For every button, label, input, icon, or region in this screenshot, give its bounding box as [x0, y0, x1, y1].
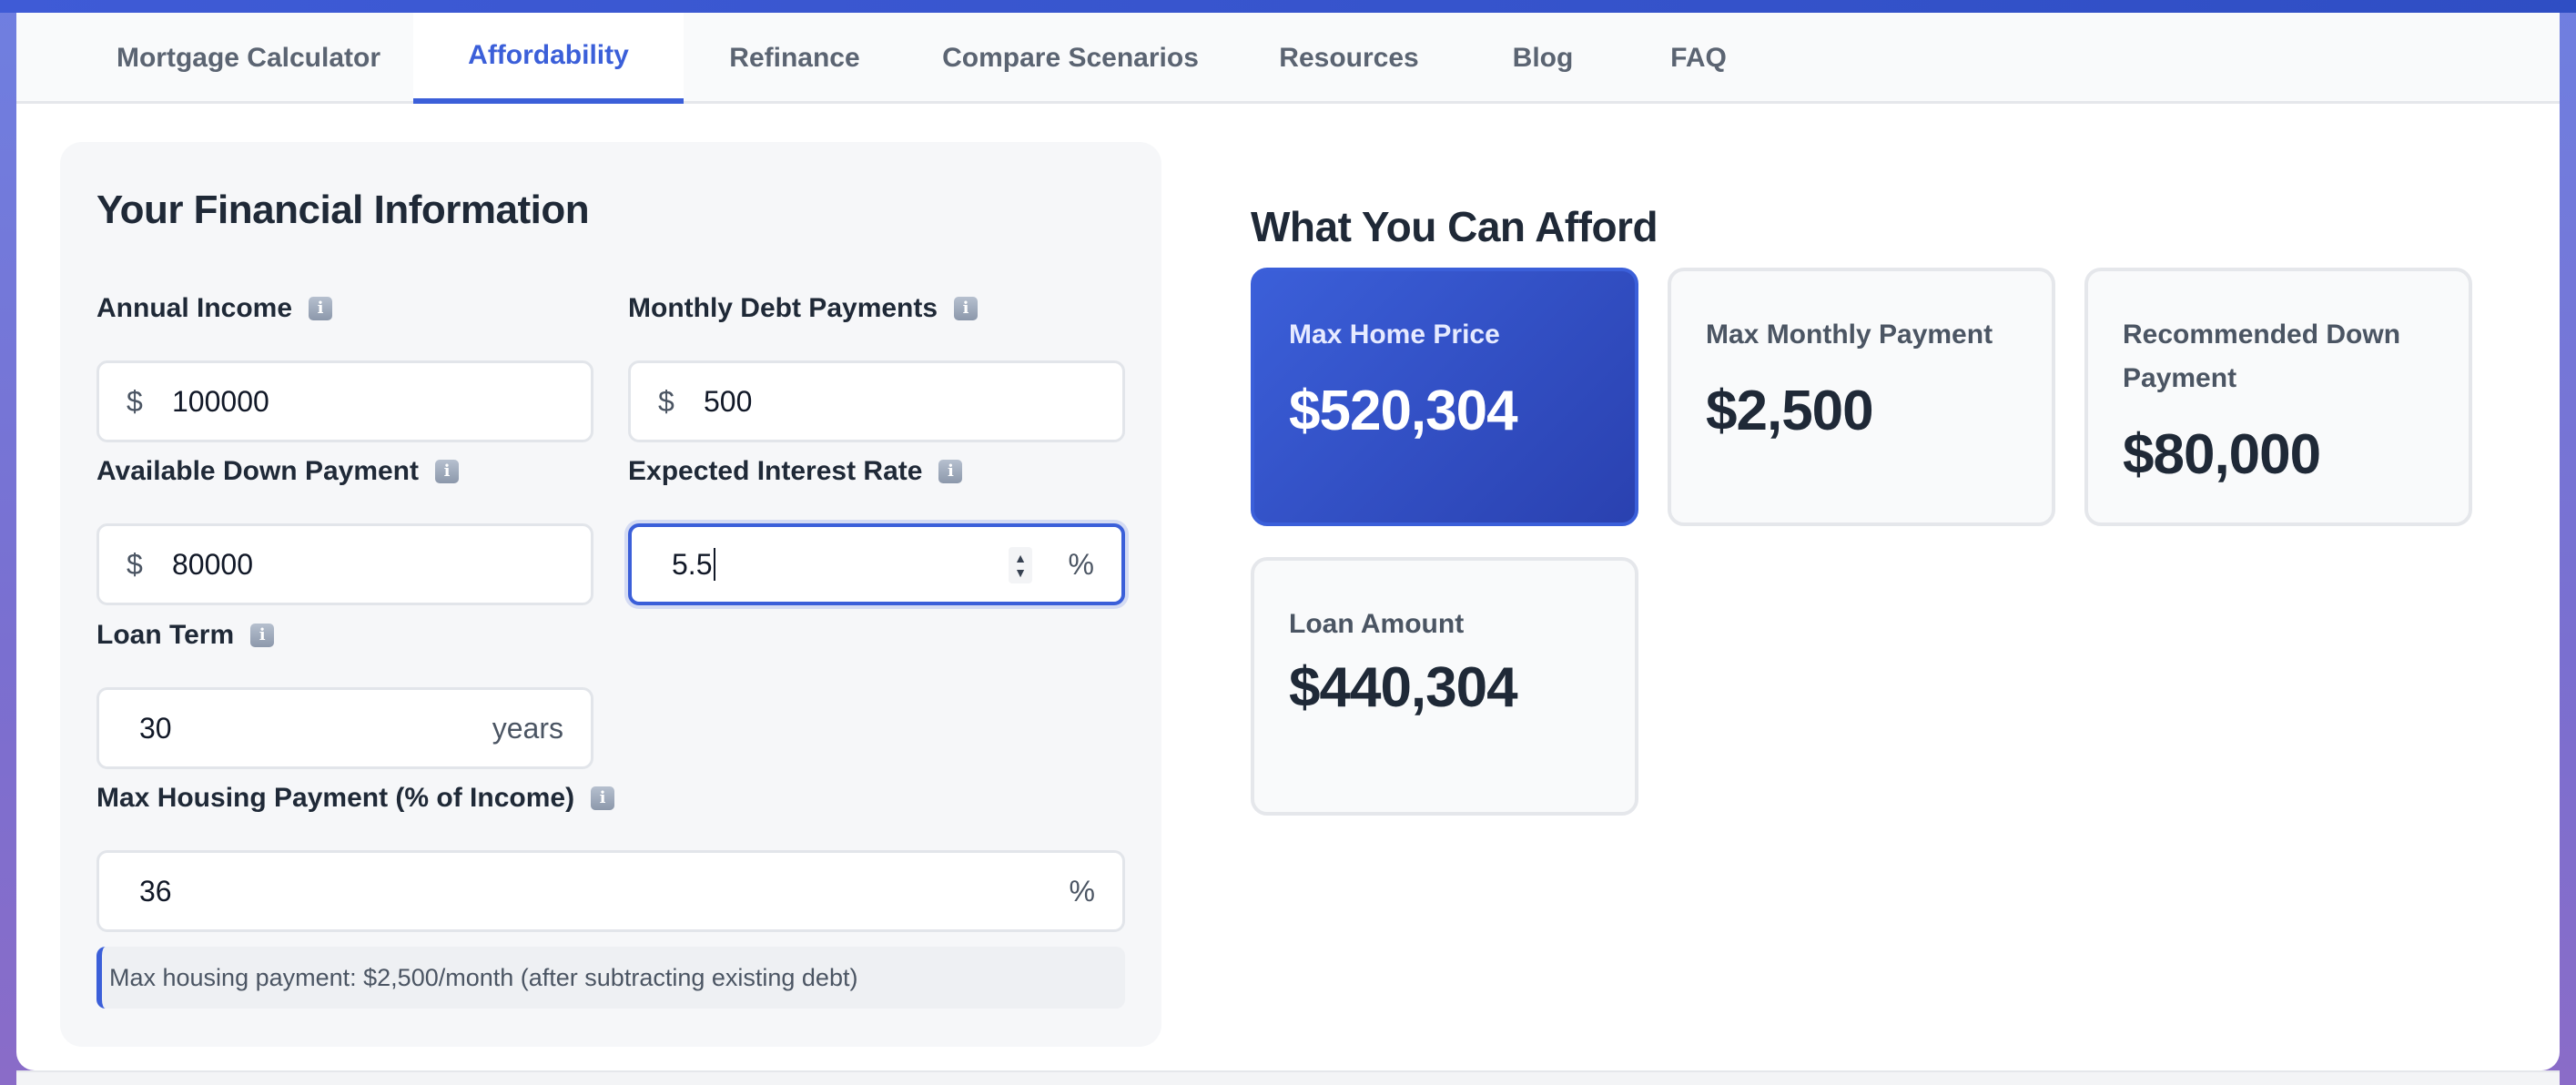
- spinner-down-icon[interactable]: ▼: [1014, 565, 1027, 580]
- monthly-debt-value: 500: [704, 384, 753, 418]
- max-home-price-label: Max Home Price: [1289, 319, 1500, 350]
- spinner-up-icon[interactable]: ▲: [1014, 551, 1027, 565]
- down-payment-input[interactable]: $ 80000: [96, 523, 593, 605]
- loan-term-value: 30: [139, 711, 172, 745]
- loan-term-label-text: Loan Term: [96, 620, 235, 650]
- down-payment-value: 80000: [172, 547, 253, 581]
- recommended-down-value: $80,000: [2123, 423, 2321, 486]
- max-housing-label: Max Housing Payment (% of Income) i: [96, 783, 615, 814]
- max-housing-value: 36: [139, 874, 172, 908]
- max-housing-label-text: Max Housing Payment (% of Income): [96, 783, 575, 813]
- bottom-strip: [16, 1070, 2560, 1085]
- max-monthly-payment-card: Max Monthly Payment $2,500: [1668, 268, 2055, 526]
- housing-payment-note-text: Max housing payment: $2,500/month (after…: [109, 963, 858, 991]
- loan-term-label: Loan Term i: [96, 620, 275, 651]
- annual-income-input[interactable]: $ 100000: [96, 360, 593, 442]
- max-home-price-card: Max Home Price $520,304: [1251, 268, 1638, 526]
- tab-faq[interactable]: FAQ: [1623, 13, 1774, 104]
- interest-rate-input[interactable]: 5.5 ▲ ▼ %: [628, 523, 1125, 605]
- loan-amount-card: Loan Amount $440,304: [1251, 557, 1638, 816]
- results-title: What You Can Afford: [1251, 203, 1658, 250]
- max-home-price-value: $520,304: [1289, 380, 1518, 442]
- recommended-down-label: Recommended Down Payment: [2123, 319, 2401, 393]
- years-suffix: years: [492, 711, 563, 745]
- interest-rate-value: 5.5: [672, 547, 713, 581]
- annual-income-label: Annual Income i: [96, 293, 333, 324]
- max-housing-input[interactable]: 36 %: [96, 850, 1125, 932]
- currency-prefix: $: [127, 384, 143, 418]
- info-icon[interactable]: i: [591, 786, 615, 810]
- info-icon[interactable]: i: [954, 297, 979, 320]
- tab-refinance[interactable]: Refinance: [684, 13, 906, 104]
- percent-suffix: %: [1069, 874, 1095, 908]
- number-spinner[interactable]: ▲ ▼: [1009, 547, 1032, 583]
- max-monthly-payment-label: Max Monthly Payment: [1706, 319, 1993, 350]
- loan-amount-label: Loan Amount: [1289, 609, 1465, 639]
- interest-rate-label-text: Expected Interest Rate: [628, 456, 923, 486]
- text-caret: [714, 548, 716, 581]
- info-icon[interactable]: i: [309, 297, 333, 320]
- housing-payment-note: Max housing payment: $2,500/month (after…: [96, 947, 1125, 1009]
- tab-affordability[interactable]: Affordability: [413, 13, 684, 104]
- monthly-debt-label-text: Monthly Debt Payments: [628, 293, 938, 323]
- down-payment-label-text: Available Down Payment: [96, 456, 419, 486]
- interest-rate-value-wrap: 5.5: [672, 527, 716, 602]
- info-icon[interactable]: i: [435, 460, 459, 483]
- monthly-debt-input[interactable]: $ 500: [628, 360, 1125, 442]
- recommended-down-card: Recommended Down Payment $80,000: [2084, 268, 2472, 526]
- annual-income-label-text: Annual Income: [96, 293, 293, 323]
- financial-info-panel: Your Financial Information Annual Income…: [60, 142, 1161, 1047]
- interest-rate-label: Expected Interest Rate i: [628, 456, 963, 487]
- info-icon[interactable]: i: [938, 460, 963, 483]
- tab-compare-scenarios[interactable]: Compare Scenarios: [906, 13, 1235, 104]
- monthly-debt-label: Monthly Debt Payments i: [628, 293, 979, 324]
- currency-prefix: $: [658, 384, 674, 418]
- percent-suffix: %: [1068, 547, 1094, 581]
- tab-bar: Mortgage Calculator Affordability Refina…: [16, 13, 2560, 104]
- loan-term-input[interactable]: 30 years: [96, 687, 593, 769]
- form-title: Your Financial Information: [96, 188, 590, 232]
- app-card: Mortgage Calculator Affordability Refina…: [16, 13, 2560, 1070]
- down-payment-label: Available Down Payment i: [96, 456, 459, 487]
- currency-prefix: $: [127, 547, 143, 581]
- tab-mortgage-calculator[interactable]: Mortgage Calculator: [80, 13, 417, 104]
- info-icon[interactable]: i: [250, 624, 275, 647]
- tab-blog[interactable]: Blog: [1463, 13, 1623, 104]
- top-accent-bar: [0, 0, 2576, 13]
- tab-resources[interactable]: Resources: [1235, 13, 1463, 104]
- annual-income-value: 100000: [172, 384, 269, 418]
- max-monthly-payment-value: $2,500: [1706, 380, 1874, 442]
- loan-amount-value: $440,304: [1289, 656, 1518, 719]
